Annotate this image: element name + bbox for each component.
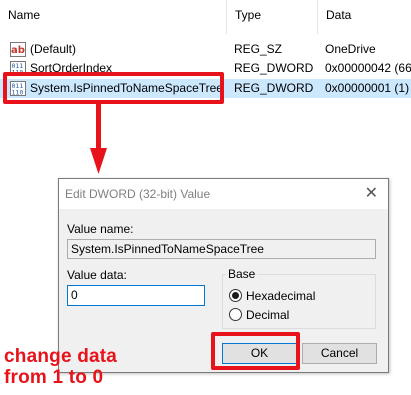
value-name: (Default) (30, 42, 77, 56)
svg-text:ab: ab (11, 45, 25, 56)
annotation-line-1: change data (4, 346, 118, 367)
base-group: Base Hexadecimal Decimal (222, 267, 376, 329)
value-type: REG_SZ (234, 42, 283, 56)
dialog-title: Edit DWORD (32-bit) Value (65, 187, 211, 201)
value-name-field: System.IsPinnedToNameSpaceTree (67, 239, 376, 259)
dialog-titlebar[interactable]: Edit DWORD (32-bit) Value ✕ (59, 179, 388, 209)
list-header: Name Type Data (0, 0, 411, 34)
highlight-box-value-name (3, 72, 224, 104)
column-header-data[interactable]: Data (318, 0, 411, 34)
column-header-name[interactable]: Name (0, 0, 227, 34)
value-data: 0x00000042 (66) (325, 61, 411, 75)
value-data-label: Value data: (67, 268, 127, 282)
value-type: REG_DWORD (234, 81, 314, 95)
list-item[interactable]: ab (Default) REG_SZ OneDrive (0, 40, 411, 59)
highlight-box-ok (211, 332, 300, 370)
radio-hexadecimal-label: Hexadecimal (246, 289, 316, 303)
cancel-button[interactable]: Cancel (302, 343, 377, 364)
value-data: 0x00000001 (1) (325, 81, 410, 95)
value-name-label: Value name: (67, 222, 134, 236)
annotation-line-2: from 1 to 0 (4, 367, 104, 388)
radio-decimal-label: Decimal (246, 308, 290, 322)
base-group-label: Base (226, 267, 258, 281)
value-type: REG_DWORD (234, 61, 314, 75)
value-data-input[interactable]: 0 (67, 285, 205, 306)
radio-unselected-icon[interactable] (229, 308, 242, 321)
close-icon[interactable]: ✕ (365, 179, 378, 209)
string-value-icon: ab (10, 42, 26, 57)
radio-selected-icon[interactable] (229, 289, 242, 302)
column-header-type[interactable]: Type (227, 0, 318, 34)
value-data: OneDrive (325, 42, 376, 56)
